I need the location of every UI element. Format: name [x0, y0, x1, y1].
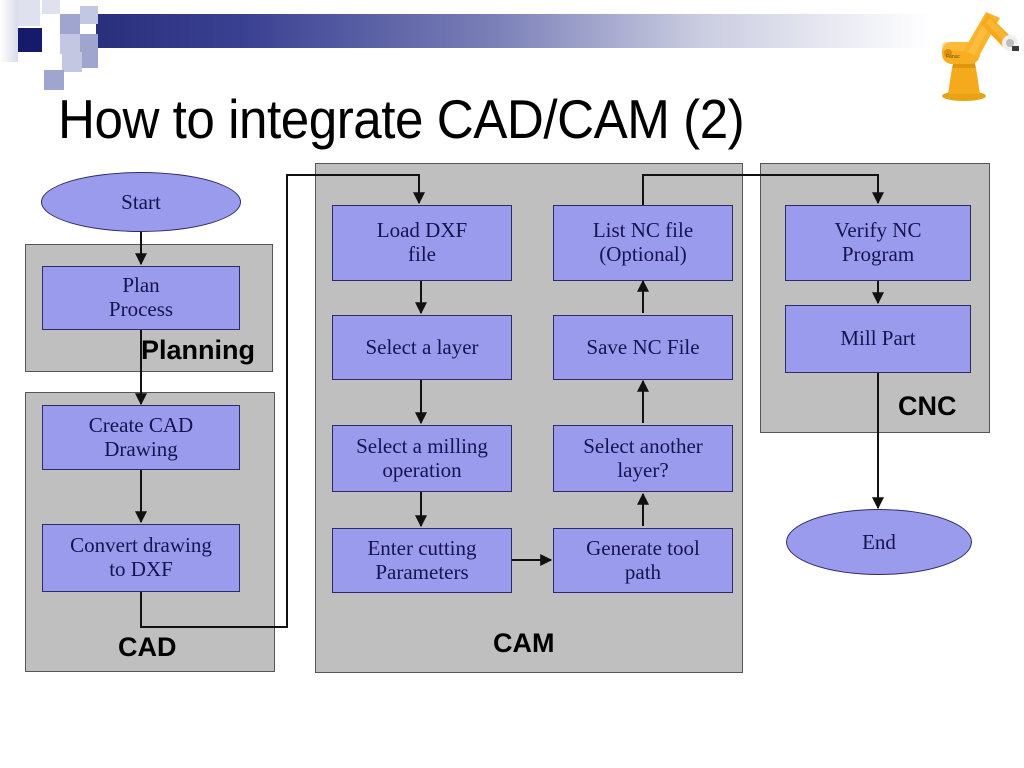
- node-save-nc-file-label: Save NC File: [586, 334, 700, 359]
- node-select-another-layer-label: Select another layer?: [583, 433, 703, 482]
- node-verify-nc-program-label: Verify NC Program: [834, 218, 922, 266]
- terminal-start-label: Start: [121, 189, 161, 214]
- node-plan-process[interactable]: Plan Process: [42, 266, 240, 330]
- node-select-a-milling-operation-label: Select a milling operation: [356, 433, 488, 482]
- terminal-end-label: End: [862, 529, 896, 554]
- node-generate-tool-path[interactable]: Generate tool path: [553, 528, 733, 593]
- group-label-cam: CAM: [493, 628, 555, 658]
- node-load-dxf-file[interactable]: Load DXF file: [332, 205, 512, 281]
- node-list-nc-file[interactable]: List NC file (Optional): [553, 205, 733, 281]
- terminal-end[interactable]: End: [786, 509, 972, 575]
- node-select-a-layer-label: Select a layer: [365, 334, 479, 359]
- node-select-another-layer[interactable]: Select another layer?: [553, 425, 733, 492]
- node-load-dxf-file-label: Load DXF file: [376, 218, 468, 266]
- terminal-start[interactable]: Start: [41, 172, 241, 232]
- node-verify-nc-program[interactable]: Verify NC Program: [785, 205, 971, 281]
- node-convert-drawing-to-dxf[interactable]: Convert drawing to DXF: [42, 524, 240, 592]
- node-convert-drawing-to-dxf-label: Convert drawing to DXF: [70, 533, 212, 581]
- node-mill-part-label: Mill Part: [840, 326, 916, 351]
- node-save-nc-file[interactable]: Save NC File: [553, 315, 733, 380]
- node-create-cad-drawing[interactable]: Create CAD Drawing: [42, 405, 240, 470]
- node-create-cad-drawing-label: Create CAD Drawing: [88, 412, 194, 461]
- node-select-a-milling-operation[interactable]: Select a milling operation: [332, 425, 512, 492]
- node-list-nc-file-label: List NC file (Optional): [592, 218, 694, 266]
- node-mill-part[interactable]: Mill Part: [785, 305, 971, 373]
- node-select-a-layer[interactable]: Select a layer: [332, 315, 512, 380]
- group-label-cad: CAD: [118, 632, 177, 662]
- node-enter-cutting-parameters[interactable]: Enter cutting Parameters: [332, 528, 512, 593]
- node-plan-process-label: Plan Process: [108, 273, 174, 321]
- node-generate-tool-path-label: Generate tool path: [586, 535, 700, 584]
- group-label-planning: Planning: [141, 335, 255, 365]
- group-label-cnc: CNC: [898, 391, 957, 421]
- flowchart-diagram: Start End Plan Process Create CAD Drawing …: [0, 0, 1024, 768]
- node-enter-cutting-parameters-label: Enter cutting Parameters: [367, 535, 477, 584]
